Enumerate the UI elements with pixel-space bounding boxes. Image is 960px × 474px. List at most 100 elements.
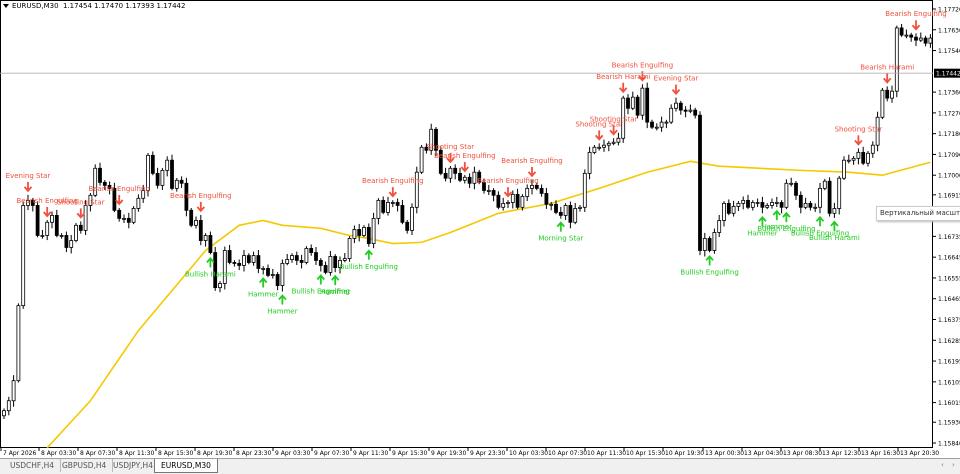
price-tick-label: 1.16015 <box>938 400 960 407</box>
time-tick-label: 10 Apr 15:30 <box>626 450 665 457</box>
bullish-candle <box>222 250 227 284</box>
bearish-candle <box>232 262 237 264</box>
time-tick-label: 7 Apr 2026 <box>3 450 36 457</box>
bullish-candle <box>136 197 141 209</box>
bearish-candle <box>453 167 458 174</box>
tab-usdjpy-h4[interactable]: USDJPY,H4 <box>107 459 159 472</box>
bullish-candle <box>506 202 510 204</box>
bearish-candle <box>395 202 400 206</box>
bearish-candle <box>683 109 688 112</box>
bearish-candle <box>275 274 280 286</box>
time-tick-label: 13 Apr 16:30 <box>861 450 900 457</box>
bearish-candle <box>534 184 539 189</box>
tab-usdchf-h4[interactable]: USDCHF,H4 <box>4 459 62 472</box>
bullish-candle <box>21 205 26 307</box>
price-axis[interactable]: 1.17720 1.17630 1.17540 1.17360 1.17270 1.171… <box>933 7 960 448</box>
price-tick-label: 1.16375 <box>938 317 960 324</box>
price-tick-label: 1.17630 <box>938 27 960 34</box>
scroll-right-icon[interactable]: › <box>952 461 955 469</box>
tab-gbpusd-h4[interactable]: GBPUSD,H4 <box>56 459 114 472</box>
pattern-label: Bearish Engulfing <box>477 177 539 185</box>
chart-tabs-bar: USDCHF,H4 GBPUSD,H4 USDJPY,H4 EURUSD,M30… <box>0 458 960 474</box>
price-tick-label: 1.16645 <box>938 255 960 262</box>
bearish-candle <box>885 89 890 99</box>
pattern-label: Hammer <box>267 308 297 316</box>
bearish-candle <box>381 199 386 213</box>
bearish-candle <box>491 190 496 196</box>
time-tick-label: 8 Apr 11:30 <box>119 450 154 457</box>
bearish-candle <box>294 255 299 261</box>
bearish-candle <box>189 209 194 226</box>
bullish-candle <box>774 202 779 204</box>
pattern-label: Bearish Engulfing <box>362 177 424 185</box>
bullish-candle <box>390 202 395 204</box>
bullish-candle <box>856 151 861 159</box>
pattern-label: Evening Star <box>6 172 51 180</box>
bullish-candle <box>851 157 856 161</box>
pattern-label: Bullish Engulfing <box>340 263 398 271</box>
bullish-candle <box>410 206 414 231</box>
bullish-candle <box>462 176 467 181</box>
collapse-triangle-icon[interactable] <box>3 4 9 8</box>
bullish-candle <box>712 232 717 251</box>
time-tick-label: 13 Apr 20:30 <box>900 450 939 457</box>
bearish-candle <box>678 102 683 111</box>
bullish-candle <box>525 187 530 197</box>
bearish-candle <box>568 205 573 223</box>
price-tick-label: 1.17180 <box>938 131 960 138</box>
price-tick-label: 1.17720 <box>938 7 960 14</box>
bearish-candle <box>458 172 462 181</box>
scroll-left-icon[interactable]: ‹ <box>941 461 944 469</box>
bullish-candle <box>664 121 669 124</box>
bearish-candle <box>366 226 371 244</box>
bearish-candle <box>246 255 251 263</box>
bullish-candle <box>904 34 909 37</box>
bearish-candle <box>64 235 69 248</box>
bullish-candle <box>11 380 16 402</box>
bearish-candle <box>54 214 59 236</box>
bullish-candle <box>731 205 736 214</box>
bearish-candle <box>914 36 918 41</box>
pattern-label: Shooting Star <box>427 143 475 151</box>
bullish-candle <box>918 37 923 41</box>
plot-area <box>0 0 933 448</box>
bearish-candle <box>256 255 261 269</box>
bullish-candle <box>669 107 674 123</box>
bearish-candle <box>496 194 501 208</box>
price-chart[interactable]: Evening StarBearish EngulfingShooting St… <box>0 0 960 458</box>
tab-eurusd-m30[interactable]: EURUSD,M30 <box>154 459 218 473</box>
bullish-candle <box>770 202 774 206</box>
bearish-candle <box>827 180 832 214</box>
pattern-label: Bearish Engulfing <box>434 152 496 160</box>
bearish-candle <box>554 203 558 213</box>
bearish-candle <box>635 96 640 116</box>
price-tick-label: 1.16105 <box>938 379 960 386</box>
bearish-candle <box>323 265 328 273</box>
bearish-candle <box>35 205 40 236</box>
bullish-candle <box>640 87 645 116</box>
time-tick-label: 8 Apr 19:30 <box>197 450 232 457</box>
pattern-label: Hammer <box>248 290 278 298</box>
bullish-candle <box>242 255 246 266</box>
bullish-candle <box>530 184 534 189</box>
bullish-candle <box>448 167 453 179</box>
bearish-candle <box>198 220 203 241</box>
bearish-candle <box>333 256 338 268</box>
bullish-candle <box>630 96 635 109</box>
time-tick-label: 9 Apr 11:30 <box>353 450 388 457</box>
time-axis[interactable]: 7 Apr 2026 8 Apr 03:30 8 Apr 07:30 8 Apr 11… <box>0 447 939 457</box>
bullish-candle <box>194 220 198 226</box>
chart-header: EURUSD,M30 1.17454 1.17470 1.17393 1.174… <box>3 2 185 10</box>
pattern-label: Bearish Engulfing <box>88 185 150 193</box>
bullish-candle <box>352 229 357 239</box>
bullish-candle <box>674 102 678 109</box>
bearish-candle <box>693 109 698 116</box>
pattern-label: Bearish Harami <box>860 63 914 71</box>
bullish-candle <box>122 217 126 220</box>
pattern-label: Morning Star <box>538 235 583 243</box>
bullish-candle <box>218 283 222 289</box>
bullish-candle <box>290 255 294 260</box>
bullish-candle <box>69 240 74 248</box>
bullish-candle <box>880 89 885 118</box>
bullish-candle <box>16 305 21 382</box>
